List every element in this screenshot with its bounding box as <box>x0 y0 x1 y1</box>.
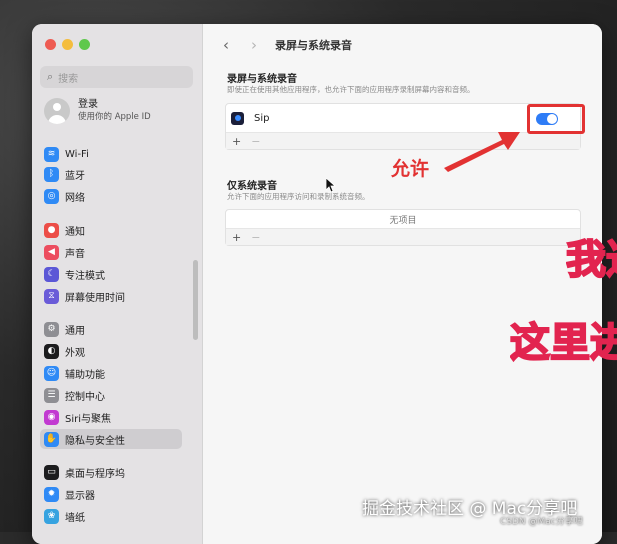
sidebar-item-label: 显示器 <box>65 490 95 502</box>
sidebar-item-label: 通用 <box>65 325 85 337</box>
bell-icon: ● <box>44 222 59 238</box>
wifi-icon: ≋ <box>44 146 59 162</box>
sidebar-item-label: 专注模式 <box>65 270 105 282</box>
list-controls: + − <box>226 229 580 245</box>
annotation-arrow-icon <box>444 132 520 172</box>
sidebar-item[interactable]: ≋ Wi-Fi <box>40 144 182 164</box>
globe-icon: ◎ <box>44 188 59 204</box>
moon-icon: ☾ <box>44 266 59 282</box>
mouse-cursor-icon <box>326 178 336 192</box>
sidebar-item-label: 蓝牙 <box>65 170 85 182</box>
search-icon: ⌕ <box>47 70 54 83</box>
sidebar-item[interactable]: ✋ 隐私与安全性 <box>40 429 182 449</box>
system-settings-window: ⌕ 搜索 登录 使用你的 Apple ID ≋ Wi-Fi ᛒ 蓝牙 ◎ 网络 ● 通知 ◀ 声音… <box>32 24 602 544</box>
sidebar-item[interactable]: ☾ 专注模式 <box>40 264 182 284</box>
sidebar-item-label: 声音 <box>65 248 85 260</box>
sidebar-item[interactable]: ◉ Siri与聚焦 <box>40 407 182 427</box>
siri-icon: ◉ <box>44 409 59 425</box>
sidebar-item-label: 外观 <box>65 347 85 359</box>
close-button[interactable] <box>45 39 56 50</box>
sidebar: ⌕ 搜索 登录 使用你的 Apple ID ≋ Wi-Fi ᛒ 蓝牙 ◎ 网络 ● 通知 ◀ 声音… <box>32 24 203 544</box>
app-name: Sip <box>254 112 270 124</box>
back-button[interactable]: ‹ <box>219 36 233 54</box>
window-controls <box>45 39 90 50</box>
sidebar-item[interactable]: ⚙ 通用 <box>40 319 182 339</box>
sidebar-item-label: Siri与聚焦 <box>65 413 112 425</box>
sidebar-item[interactable]: ᛒ 蓝牙 <box>40 164 182 184</box>
sidebar-item[interactable]: ◎ 网络 <box>40 186 182 206</box>
overlay-caption-2: 这里进 <box>510 319 617 367</box>
sip-app-icon <box>231 111 244 125</box>
bluetooth-icon: ᛒ <box>44 166 59 182</box>
accessibility-icon: ☺ <box>44 365 59 381</box>
sidebar-item-label: 通知 <box>65 226 85 238</box>
remove-app-button[interactable]: − <box>251 135 260 148</box>
search-placeholder: 搜索 <box>58 73 79 85</box>
annotation-allow-label: 允许 <box>391 158 430 180</box>
main-content: ‹ › 录屏与系统录音 录屏与系统录音 即使正在使用其他应用程序，也允许下面的应… <box>203 24 602 544</box>
hand-icon: ✋ <box>44 431 59 447</box>
sidebar-item-label: 桌面与程序坞 <box>65 468 125 480</box>
sidebar-item[interactable]: ◀ 声音 <box>40 242 182 262</box>
page-title: 录屏与系统录音 <box>275 39 352 52</box>
speaker-icon: ◀ <box>44 244 59 260</box>
account-name: 登录 <box>78 99 98 110</box>
avatar <box>44 98 70 124</box>
sidebar-item-label: 隐私与安全性 <box>65 435 125 447</box>
sidebar-item-label: 墙纸 <box>65 512 85 524</box>
sidebar-item[interactable]: ✹ 显示器 <box>40 484 182 504</box>
sidebar-item[interactable]: ☰ 控制中心 <box>40 385 182 405</box>
toggle-highlight-box <box>527 104 585 134</box>
system-audio-title: 仅系统录音 <box>227 181 277 192</box>
screen-recording-description: 即使正在使用其他应用程序，也允许下面的应用程序录制屏幕内容和音频。 <box>227 85 475 94</box>
empty-list-text: 无项目 <box>226 210 580 229</box>
add-app-button[interactable]: + <box>232 231 241 244</box>
overlay-caption-1: 我达 <box>566 236 617 284</box>
apple-id-account[interactable]: 登录 使用你的 Apple ID <box>44 98 151 124</box>
search-input[interactable]: ⌕ 搜索 <box>40 66 193 88</box>
appearance-icon: ◐ <box>44 343 59 359</box>
toolbar: ‹ › 录屏与系统录音 <box>203 24 602 66</box>
sidebar-item[interactable]: ❀ 墙纸 <box>40 506 182 526</box>
system-audio-app-list: 无项目 + − <box>225 209 581 246</box>
remove-app-button[interactable]: − <box>251 231 260 244</box>
sidebar-item-label: 辅助功能 <box>65 369 105 381</box>
sidebar-item-label: 控制中心 <box>65 391 105 403</box>
display-icon: ✹ <box>44 486 59 502</box>
gear-icon: ⚙ <box>44 321 59 337</box>
sidebar-item[interactable]: ▭ 桌面与程序坞 <box>40 462 182 482</box>
sidebar-item[interactable]: ◐ 外观 <box>40 341 182 361</box>
zoom-button[interactable] <box>79 39 90 50</box>
sidebar-item[interactable]: ⧖ 屏幕使用时间 <box>40 286 182 306</box>
dock-icon: ▭ <box>44 464 59 480</box>
system-audio-description: 允许下面的应用程序访问和录制系统音频。 <box>227 192 370 201</box>
minimize-button[interactable] <box>62 39 73 50</box>
control-center-icon: ☰ <box>44 387 59 403</box>
add-app-button[interactable]: + <box>232 135 241 148</box>
account-subtitle: 使用你的 Apple ID <box>78 112 151 122</box>
list-controls: + − <box>226 133 580 149</box>
sidebar-item-label: 网络 <box>65 192 85 204</box>
sidebar-item[interactable]: ☺ 辅助功能 <box>40 363 182 383</box>
hourglass-icon: ⧖ <box>44 288 59 304</box>
screen-recording-title: 录屏与系统录音 <box>227 74 297 85</box>
sidebar-scrollbar[interactable] <box>193 260 198 340</box>
forward-button[interactable]: › <box>247 36 261 54</box>
sidebar-item-label: Wi-Fi <box>65 148 89 160</box>
wallpaper-icon: ❀ <box>44 508 59 524</box>
watermark-small: CSDN @Mac分享吧 <box>500 517 583 527</box>
sidebar-item-label: 屏幕使用时间 <box>65 292 125 304</box>
sidebar-item[interactable]: ● 通知 <box>40 220 182 240</box>
